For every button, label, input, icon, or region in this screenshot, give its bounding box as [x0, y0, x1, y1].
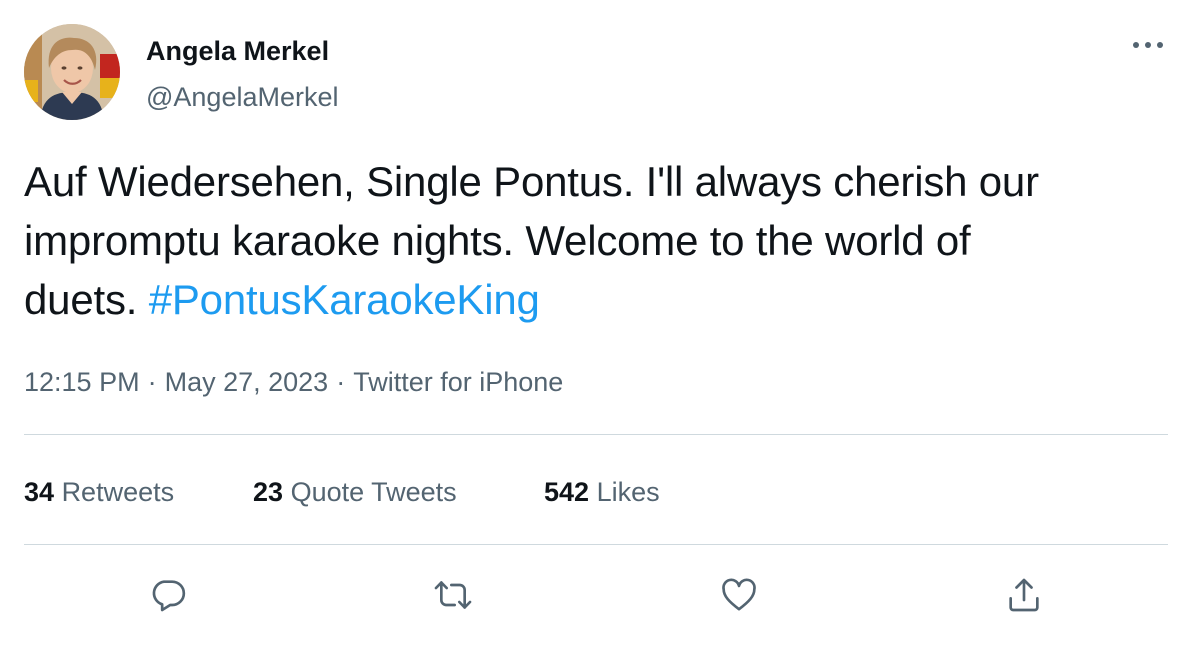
tweet-text-segment: duets. [24, 276, 149, 323]
share-icon [1009, 578, 1039, 612]
quote-tweets-stat[interactable]: 23 Quote Tweets [253, 474, 457, 510]
author-handle[interactable]: @AngelaMerkel [146, 80, 339, 114]
reply-button[interactable] [143, 570, 193, 620]
tweet-text-line: impromptu karaoke nights. Welcome to the… [24, 217, 971, 264]
heart-icon [722, 578, 756, 611]
tweet-text: Auf Wiedersehen, Single Pontus. I'll alw… [24, 152, 1174, 329]
tweet-text-line: duets. #PontusKaraokeKing [24, 270, 1174, 329]
tweet-metadata: 12:15 PM · May 27, 2023 · Twitter for iPhone [24, 364, 563, 400]
quote-tweets-label: Quote Tweets [290, 477, 457, 507]
tweet-source[interactable]: Twitter for iPhone [353, 367, 563, 397]
meta-separator: · [336, 367, 346, 397]
retweets-count: 34 [24, 477, 55, 507]
reply-icon [152, 580, 186, 612]
avatar-image [24, 24, 120, 120]
tweet-card: Angela Merkel @AngelaMerkel Auf Wiederse… [0, 0, 1192, 668]
divider [24, 434, 1168, 435]
action-bar [0, 570, 1192, 620]
likes-stat[interactable]: 542 Likes [544, 474, 660, 510]
hashtag-link[interactable]: #PontusKaraokeKing [149, 276, 540, 323]
likes-label: Likes [596, 477, 660, 507]
meta-separator: · [147, 367, 157, 397]
likes-count: 542 [544, 477, 590, 507]
quote-tweets-count: 23 [253, 477, 284, 507]
author-display-name[interactable]: Angela Merkel [146, 34, 329, 68]
retweets-stat[interactable]: 34 Retweets [24, 474, 174, 510]
retweet-icon [434, 581, 472, 609]
more-options-button[interactable] [1126, 30, 1170, 60]
share-button[interactable] [999, 570, 1049, 620]
retweets-label: Retweets [61, 477, 175, 507]
tweet-date[interactable]: May 27, 2023 [165, 367, 329, 397]
retweet-button[interactable] [428, 570, 478, 620]
tweet-time[interactable]: 12:15 PM [24, 367, 140, 397]
more-icon [1133, 42, 1163, 48]
like-button[interactable] [714, 570, 764, 620]
divider [24, 544, 1168, 545]
avatar[interactable] [24, 24, 120, 120]
tweet-text-line: Auf Wiedersehen, Single Pontus. I'll alw… [24, 158, 1039, 205]
